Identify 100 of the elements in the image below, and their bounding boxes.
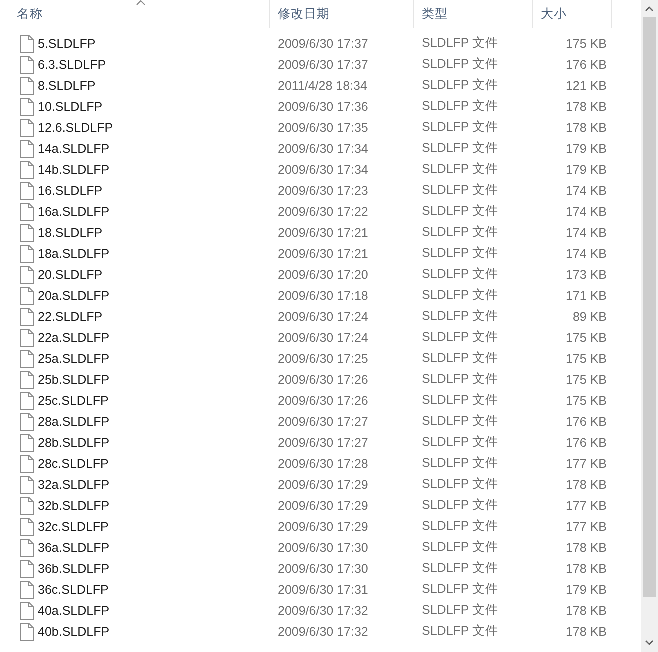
file-type: SLDLFP 文件 <box>422 519 498 533</box>
file-type: SLDLFP 文件 <box>422 456 498 470</box>
file-size: 121 KB <box>566 78 607 92</box>
file-name[interactable]: 22a.SLDLFP <box>38 330 110 344</box>
file-size: 175 KB <box>566 372 607 386</box>
file-name[interactable]: 14a.SLDLFP <box>38 142 110 156</box>
file-name[interactable]: 18.SLDLFP <box>38 226 103 240</box>
scrollbar[interactable] <box>641 0 658 652</box>
file-name[interactable]: 25c.SLDLFP <box>38 394 109 408</box>
date-modified: 2009/6/30 17:36 <box>278 100 368 114</box>
file-size: 177 KB <box>566 456 607 470</box>
file-name[interactable]: 20.SLDLFP <box>38 268 103 282</box>
file-icon <box>20 266 34 284</box>
file-name[interactable]: 28c.SLDLFP <box>38 456 109 470</box>
date-modified: 2011/4/28 18:34 <box>278 78 368 92</box>
file-name[interactable]: 25a.SLDLFP <box>38 352 110 366</box>
file-size: 171 KB <box>566 288 607 302</box>
file-name[interactable]: 40b.SLDLFP <box>38 624 110 638</box>
file-icon <box>20 224 34 242</box>
file-icon <box>20 560 34 578</box>
column-header[interactable]: 修改日期 <box>270 0 414 28</box>
date-modified: 2009/6/30 17:21 <box>278 246 368 260</box>
file-icon <box>20 98 34 116</box>
column-header[interactable]: 大小 <box>533 0 612 28</box>
file-size: 175 KB <box>566 394 607 408</box>
file-size: 176 KB <box>566 436 607 450</box>
file-size: 178 KB <box>566 478 607 492</box>
file-size: 175 KB <box>566 352 607 366</box>
file-size: 179 KB <box>566 582 607 596</box>
file-size: 175 KB <box>566 330 607 344</box>
file-type: SLDLFP 文件 <box>422 540 498 554</box>
file-name[interactable]: 8.SLDLFP <box>38 78 96 92</box>
file-icon <box>20 412 34 430</box>
file-name[interactable]: 36c.SLDLFP <box>38 582 109 596</box>
date-modified: 2009/6/30 17:37 <box>278 36 368 50</box>
file-name[interactable]: 6.3.SLDLFP <box>38 58 106 72</box>
file-name[interactable]: 36b.SLDLFP <box>38 562 110 576</box>
column-header[interactable]: 类型 <box>414 0 533 28</box>
scroll-up-icon[interactable] <box>645 6 654 12</box>
date-modified: 2009/6/30 17:27 <box>278 414 368 428</box>
file-icon <box>20 202 34 220</box>
file-name[interactable]: 12.6.SLDLFP <box>38 120 114 134</box>
file-size: 178 KB <box>566 604 607 618</box>
file-name[interactable]: 40a.SLDLFP <box>38 604 110 618</box>
date-modified: 2009/6/30 17:32 <box>278 604 368 618</box>
file-type: SLDLFP 文件 <box>422 120 498 134</box>
file-size: 174 KB <box>566 204 607 218</box>
file-icon <box>20 622 34 640</box>
file-size: 176 KB <box>566 58 607 72</box>
file-icon <box>20 434 34 452</box>
file-icon <box>20 308 34 326</box>
file-type: SLDLFP 文件 <box>422 477 498 491</box>
file-type: SLDLFP 文件 <box>422 561 498 575</box>
file-type: SLDLFP 文件 <box>422 288 498 302</box>
file-name[interactable]: 10.SLDLFP <box>38 100 103 114</box>
file-icon <box>20 476 34 494</box>
file-name[interactable]: 32a.SLDLFP <box>38 478 110 492</box>
file-type: SLDLFP 文件 <box>422 435 498 449</box>
date-modified: 2009/6/30 17:29 <box>278 498 368 512</box>
file-type: SLDLFP 文件 <box>422 204 498 218</box>
file-name[interactable]: 28a.SLDLFP <box>38 414 110 428</box>
date-modified: 2009/6/30 17:29 <box>278 520 368 534</box>
file-size: 179 KB <box>566 142 607 156</box>
file-type: SLDLFP 文件 <box>422 309 498 323</box>
file-type: SLDLFP 文件 <box>422 57 498 71</box>
file-icon <box>20 454 34 472</box>
file-size: 178 KB <box>566 562 607 576</box>
file-name[interactable]: 25b.SLDLFP <box>38 372 110 386</box>
file-name[interactable]: 28b.SLDLFP <box>38 436 110 450</box>
file-size: 173 KB <box>566 268 607 282</box>
file-name[interactable]: 5.SLDLFP <box>38 36 96 50</box>
file-icon <box>20 392 34 410</box>
file-name[interactable]: 20a.SLDLFP <box>38 288 110 302</box>
file-size: 175 KB <box>566 36 607 50</box>
file-name[interactable]: 36a.SLDLFP <box>38 540 110 554</box>
file-size: 177 KB <box>566 520 607 534</box>
date-modified: 2009/6/30 17:24 <box>278 310 368 324</box>
file-icon <box>20 580 34 598</box>
file-name[interactable]: 14b.SLDLFP <box>38 162 110 176</box>
date-modified: 2009/6/30 17:34 <box>278 162 368 176</box>
file-type: SLDLFP 文件 <box>422 99 498 113</box>
file-icon <box>20 56 34 74</box>
file-icon <box>20 34 34 52</box>
scroll-down-icon[interactable] <box>645 640 654 646</box>
file-icon <box>20 538 34 556</box>
file-name[interactable]: 18a.SLDLFP <box>38 246 110 260</box>
file-name[interactable]: 16.SLDLFP <box>38 184 103 198</box>
scrollbar-thumb[interactable] <box>643 17 656 597</box>
date-modified: 2009/6/30 17:34 <box>278 142 368 156</box>
file-type: SLDLFP 文件 <box>422 330 498 344</box>
file-name[interactable]: 32c.SLDLFP <box>38 520 109 534</box>
date-modified: 2009/6/30 17:21 <box>278 226 368 240</box>
file-type: SLDLFP 文件 <box>422 498 498 512</box>
column-header[interactable]: 名称 <box>0 0 270 28</box>
file-size: 177 KB <box>566 498 607 512</box>
file-name[interactable]: 22.SLDLFP <box>38 310 103 324</box>
file-name[interactable]: 32b.SLDLFP <box>38 498 110 512</box>
file-icon <box>20 602 34 620</box>
file-name[interactable]: 16a.SLDLFP <box>38 204 110 218</box>
file-type: SLDLFP 文件 <box>422 393 498 407</box>
